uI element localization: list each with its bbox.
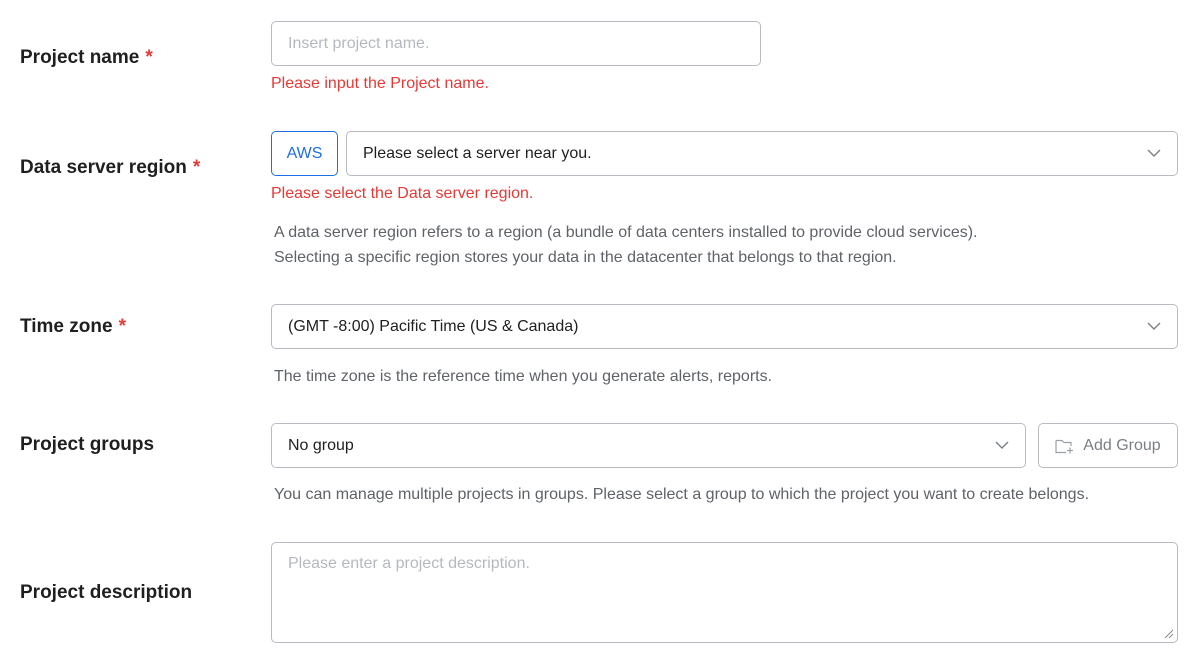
- aws-provider-button[interactable]: AWS: [271, 131, 338, 176]
- data-server-region-help: A data server region refers to a region …: [274, 220, 978, 270]
- data-server-region-value: Please select a server near you.: [363, 144, 592, 162]
- chevron-down-icon: [995, 441, 1009, 449]
- time-zone-help: The time zone is the reference time when…: [274, 368, 773, 385]
- project-name-label: Project name *: [20, 47, 153, 69]
- required-mark: *: [145, 47, 153, 68]
- project-description-label: Project description: [20, 582, 192, 604]
- required-mark: *: [118, 316, 126, 337]
- data-server-region-help-line1: A data server region refers to a region …: [274, 224, 978, 241]
- time-zone-select[interactable]: (GMT -8:00) Pacific Time (US & Canada): [271, 304, 1178, 349]
- required-mark: *: [192, 157, 201, 178]
- project-description-placeholder: Please enter a project description.: [288, 555, 530, 572]
- time-zone-label-text: Time zone: [20, 316, 113, 337]
- project-groups-select[interactable]: No group: [271, 423, 1026, 468]
- time-zone-label: Time zone *: [20, 316, 126, 338]
- project-description-textarea[interactable]: Please enter a project description.: [271, 542, 1178, 643]
- time-zone-value: (GMT -8:00) Pacific Time (US & Canada): [288, 317, 579, 335]
- project-groups-label-text: Project groups: [20, 434, 155, 455]
- project-name-input[interactable]: Insert project name.: [271, 21, 761, 66]
- add-group-label: Add Group: [1083, 436, 1161, 454]
- chevron-down-icon: [1147, 322, 1161, 330]
- project-name-placeholder: Insert project name.: [288, 34, 430, 52]
- project-groups-value: No group: [288, 436, 354, 454]
- project-description-label-text: Project description: [20, 582, 193, 603]
- project-name-error: Please input the Project name.: [271, 75, 489, 92]
- data-server-region-label-text: Data server region: [20, 157, 187, 178]
- project-groups-help: You can manage multiple projects in grou…: [274, 486, 1090, 503]
- chevron-down-icon: [1147, 149, 1161, 157]
- project-groups-label: Project groups: [20, 434, 154, 456]
- resize-handle-icon[interactable]: [1164, 629, 1174, 639]
- add-group-button[interactable]: Add Group: [1038, 423, 1178, 468]
- data-server-region-help-line2: Selecting a specific region stores your …: [274, 249, 897, 266]
- data-server-region-select[interactable]: Please select a server near you.: [346, 131, 1178, 176]
- folder-plus-icon: [1055, 439, 1074, 453]
- project-name-label-text: Project name: [20, 47, 140, 68]
- data-server-region-label: Data server region *: [20, 157, 200, 179]
- data-server-region-error: Please select the Data server region.: [271, 185, 534, 202]
